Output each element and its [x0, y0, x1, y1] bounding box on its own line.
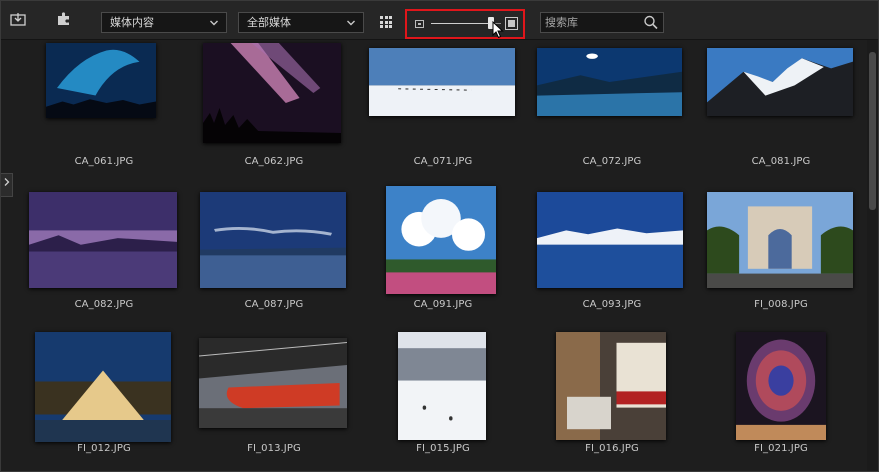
small-thumbnail-icon[interactable] — [415, 20, 424, 28]
media-filename: CA_081.JPG — [751, 156, 811, 167]
media-thumbnail[interactable] — [556, 332, 666, 440]
large-thumbnail-icon[interactable] — [505, 17, 518, 30]
media-filename: CA_082.JPG — [74, 299, 134, 310]
thumbnail-size-slider-fill — [431, 23, 491, 24]
media-filter-select-value: 全部媒体 — [247, 16, 291, 29]
media-thumbnail[interactable] — [369, 48, 515, 116]
media-thumbnail[interactable] — [736, 332, 826, 440]
media-thumbnail[interactable] — [203, 43, 341, 143]
media-filename: FI_015.JPG — [416, 443, 470, 454]
scrollbar-thumb[interactable] — [869, 52, 876, 210]
media-thumbnail[interactable] — [537, 48, 682, 116]
grid-view-icon[interactable] — [380, 16, 392, 28]
import-icon[interactable] — [8, 10, 28, 28]
vertical-scrollbar[interactable] — [867, 40, 878, 471]
media-thumbnail[interactable] — [707, 48, 853, 116]
media-filename: CA_087.JPG — [244, 299, 304, 310]
media-filename: CA_093.JPG — [582, 299, 642, 310]
media-thumbnail[interactable] — [398, 332, 486, 440]
media-thumbnail[interactable] — [29, 192, 177, 288]
chevron-down-icon — [346, 13, 356, 39]
media-thumbnail[interactable] — [707, 192, 853, 288]
puzzle-piece-icon[interactable] — [54, 10, 74, 28]
media-thumbnail-grid: CA_061.JPG CA_062.JPG CA_071.JPG CA_072.… — [1, 40, 867, 471]
chevron-down-icon — [209, 13, 219, 39]
media-thumbnail[interactable] — [46, 43, 156, 118]
media-filename: FI_013.JPG — [247, 443, 301, 454]
search-input[interactable] — [545, 14, 639, 31]
search-box[interactable] — [540, 12, 664, 33]
media-type-select-value: 媒体内容 — [110, 16, 154, 29]
media-type-select[interactable]: 媒体内容 — [101, 12, 227, 33]
media-filename: FI_012.JPG — [77, 443, 131, 454]
media-thumbnail[interactable] — [200, 192, 346, 288]
media-filter-select[interactable]: 全部媒体 — [238, 12, 364, 33]
chevron-right-icon — [3, 178, 11, 190]
media-filename: CA_061.JPG — [74, 156, 134, 167]
media-thumbnail[interactable] — [386, 186, 496, 294]
media-filename: CA_091.JPG — [413, 299, 473, 310]
expand-panel-handle[interactable] — [1, 173, 13, 197]
media-thumbnail[interactable] — [537, 192, 683, 288]
media-thumbnail[interactable] — [35, 332, 171, 442]
media-filename: CA_062.JPG — [244, 156, 304, 167]
media-filename: FI_016.JPG — [585, 443, 639, 454]
media-filename: CA_072.JPG — [582, 156, 642, 167]
toolbar: 媒体内容 全部媒体 — [1, 1, 878, 40]
media-thumbnail[interactable] — [198, 338, 348, 428]
thumbnail-size-slider-highlight — [405, 9, 525, 39]
media-filename: FI_021.JPG — [754, 443, 808, 454]
media-filename: FI_008.JPG — [754, 299, 808, 310]
media-filename: CA_071.JPG — [413, 156, 473, 167]
search-icon[interactable] — [643, 14, 659, 30]
